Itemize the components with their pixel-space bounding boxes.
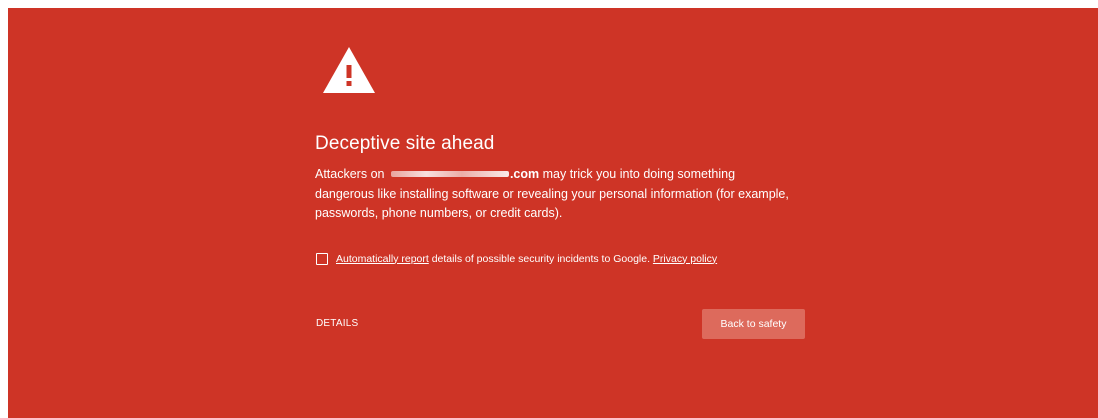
description-prefix: Attackers on [315, 167, 388, 181]
page-title: Deceptive site ahead [315, 133, 495, 154]
details-button[interactable]: DETAILS [316, 318, 358, 329]
report-description: details of possible security incidents t… [428, 252, 653, 265]
redacted-domain [390, 170, 509, 177]
back-to-safety-button[interactable]: Back to safety [702, 308, 805, 339]
automatically-report-link[interactable]: Automatically report [336, 253, 429, 265]
interstitial-panel: Deceptive site ahead Attackers on .com m… [8, 8, 1098, 418]
report-checkbox[interactable] [316, 252, 328, 265]
interstitial-content: Deceptive site ahead Attackers on .com m… [315, 46, 805, 339]
warning-description: Attackers on .com may trick you into doi… [315, 165, 795, 224]
actions-row: DETAILS Back to safety [315, 308, 805, 339]
report-text: Automatically report details of possible… [336, 252, 717, 266]
domain-suffix: .com [509, 167, 540, 181]
privacy-policy-link[interactable]: Privacy policy [653, 253, 717, 265]
report-row: Automatically report details of possible… [315, 252, 805, 266]
warning-triangle-icon [323, 47, 375, 93]
